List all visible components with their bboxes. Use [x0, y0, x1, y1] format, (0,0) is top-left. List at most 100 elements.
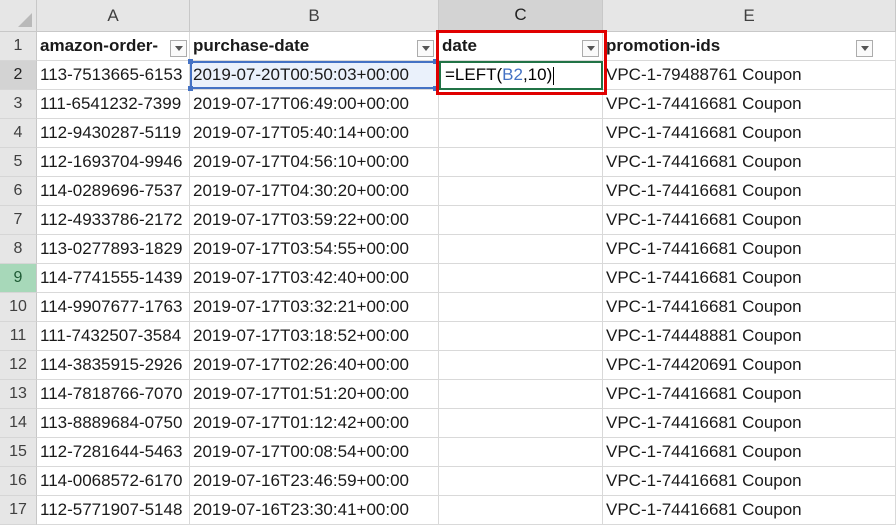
row-header-17[interactable]: 17	[0, 496, 37, 525]
filter-dropdown-icon[interactable]	[417, 40, 434, 57]
cell-purchase-date[interactable]: 2019-07-17T04:56:10+00:00	[190, 148, 439, 177]
cell-promotion-ids[interactable]: VPC-1-74416681 Coupon	[603, 467, 896, 496]
cell-order-id[interactable]: 111-7432507-3584	[37, 322, 190, 351]
cell-promotion-ids[interactable]: VPC-1-74416681 Coupon	[603, 380, 896, 409]
cell-date[interactable]	[439, 119, 603, 148]
row-header-6[interactable]: 6	[0, 177, 37, 206]
row-header-15[interactable]: 15	[0, 438, 37, 467]
filter-dropdown-icon[interactable]	[170, 40, 187, 57]
cell-promotion-ids[interactable]: VPC-1-74416681 Coupon	[603, 409, 896, 438]
filter-dropdown-icon[interactable]	[856, 40, 873, 57]
cell-order-id[interactable]: 113-7513665-6153	[37, 61, 190, 90]
cell-promotion-ids[interactable]: VPC-1-74416681 Coupon	[603, 90, 896, 119]
spreadsheet-grid: A B C E 1 amazon-order- purchase-date da…	[0, 0, 896, 525]
selection-handle[interactable]	[188, 86, 193, 91]
cell-purchase-date[interactable]: 2019-07-17T03:54:55+00:00	[190, 235, 439, 264]
cell-purchase-date[interactable]: 2019-07-17T03:32:21+00:00	[190, 293, 439, 322]
row-header-13[interactable]: 13	[0, 380, 37, 409]
cell-date[interactable]	[439, 177, 603, 206]
row-header-10[interactable]: 10	[0, 293, 37, 322]
selection-handle[interactable]	[433, 59, 438, 64]
cell-promotion-ids[interactable]: VPC-1-79488761 Coupon	[603, 61, 896, 90]
cell-date[interactable]	[439, 496, 603, 525]
cell-promotion-ids[interactable]: VPC-1-74416681 Coupon	[603, 148, 896, 177]
cell-date[interactable]	[439, 206, 603, 235]
cell-order-id[interactable]: 114-0289696-7537	[37, 177, 190, 206]
select-all-corner[interactable]	[0, 0, 37, 32]
header-cell-promotion-ids[interactable]: promotion-ids	[603, 32, 896, 61]
column-header-a[interactable]: A	[37, 0, 190, 32]
cell-order-id[interactable]: 112-5771907-5148	[37, 496, 190, 525]
cell-date[interactable]	[439, 438, 603, 467]
dropdown-triangle-icon	[174, 46, 183, 51]
cell-promotion-ids[interactable]: VPC-1-74416681 Coupon	[603, 206, 896, 235]
column-header-e[interactable]: E	[603, 0, 896, 32]
row-header-14[interactable]: 14	[0, 409, 37, 438]
row-header-2[interactable]: 2	[0, 61, 37, 90]
row-header-16[interactable]: 16	[0, 467, 37, 496]
selection-handle[interactable]	[188, 59, 193, 64]
cell-date[interactable]	[439, 322, 603, 351]
row-header-4[interactable]: 4	[0, 119, 37, 148]
cell-promotion-ids[interactable]: VPC-1-74420691 Coupon	[603, 351, 896, 380]
cell-promotion-ids[interactable]: VPC-1-74416681 Coupon	[603, 119, 896, 148]
cell-purchase-date[interactable]: 2019-07-17T03:42:40+00:00	[190, 264, 439, 293]
cell-order-id[interactable]: 114-7741555-1439	[37, 264, 190, 293]
column-header-b[interactable]: B	[190, 0, 439, 32]
cell-date[interactable]	[439, 380, 603, 409]
cell-order-id[interactable]: 112-4933786-2172	[37, 206, 190, 235]
cell-order-id[interactable]: 113-8889684-0750	[37, 409, 190, 438]
cell-purchase-date[interactable]: 2019-07-17T02:26:40+00:00	[190, 351, 439, 380]
cell-purchase-date[interactable]: 2019-07-16T23:30:41+00:00	[190, 496, 439, 525]
row-header-5[interactable]: 5	[0, 148, 37, 177]
row-header-1[interactable]: 1	[0, 32, 37, 61]
cell-promotion-ids[interactable]: VPC-1-74448881 Coupon	[603, 322, 896, 351]
cell-order-id[interactable]: 111-6541232-7399	[37, 90, 190, 119]
cell-c2-editor[interactable]: =LEFT(B2,10)	[439, 61, 603, 90]
cell-promotion-ids[interactable]: VPC-1-74416681 Coupon	[603, 264, 896, 293]
cell-date[interactable]	[439, 148, 603, 177]
column-header-c[interactable]: C	[439, 0, 603, 32]
cell-order-id[interactable]: 114-7818766-7070	[37, 380, 190, 409]
row-header-7[interactable]: 7	[0, 206, 37, 235]
cell-promotion-ids[interactable]: VPC-1-74416681 Coupon	[603, 438, 896, 467]
row-header-12[interactable]: 12	[0, 351, 37, 380]
cell-order-id[interactable]: 114-9907677-1763	[37, 293, 190, 322]
cell-purchase-date[interactable]: 2019-07-20T00:50:03+00:00	[190, 61, 439, 90]
row-header-8[interactable]: 8	[0, 235, 37, 264]
cell-order-id[interactable]: 113-0277893-1829	[37, 235, 190, 264]
cell-promotion-ids[interactable]: VPC-1-74416681 Coupon	[603, 177, 896, 206]
cell-date[interactable]	[439, 90, 603, 119]
cell-purchase-date[interactable]: 2019-07-17T05:40:14+00:00	[190, 119, 439, 148]
cell-date[interactable]	[439, 293, 603, 322]
cell-date[interactable]	[439, 351, 603, 380]
cell-order-id[interactable]: 114-3835915-2926	[37, 351, 190, 380]
cell-date[interactable]	[439, 264, 603, 293]
cell-purchase-date[interactable]: 2019-07-17T03:18:52+00:00	[190, 322, 439, 351]
cell-date[interactable]	[439, 235, 603, 264]
row-header-3[interactable]: 3	[0, 90, 37, 119]
header-cell-amazon-order-id[interactable]: amazon-order-	[37, 32, 190, 61]
cell-date[interactable]	[439, 409, 603, 438]
cell-purchase-date[interactable]: 2019-07-16T23:46:59+00:00	[190, 467, 439, 496]
cell-purchase-date[interactable]: 2019-07-17T01:51:20+00:00	[190, 380, 439, 409]
filter-dropdown-icon[interactable]	[582, 40, 599, 57]
cell-purchase-date[interactable]: 2019-07-17T06:49:00+00:00	[190, 90, 439, 119]
header-cell-purchase-date[interactable]: purchase-date	[190, 32, 439, 61]
cell-purchase-date[interactable]: 2019-07-17T03:59:22+00:00	[190, 206, 439, 235]
cell-purchase-date[interactable]: 2019-07-17T00:08:54+00:00	[190, 438, 439, 467]
cell-date[interactable]	[439, 467, 603, 496]
cell-purchase-date[interactable]: 2019-07-17T01:12:42+00:00	[190, 409, 439, 438]
cell-order-id[interactable]: 112-9430287-5119	[37, 119, 190, 148]
selection-handle[interactable]	[433, 86, 438, 91]
cell-promotion-ids[interactable]: VPC-1-74416681 Coupon	[603, 235, 896, 264]
cell-promotion-ids[interactable]: VPC-1-74416681 Coupon	[603, 496, 896, 525]
cell-order-id[interactable]: 112-1693704-9946	[37, 148, 190, 177]
cell-order-id[interactable]: 114-0068572-6170	[37, 467, 190, 496]
row-header-9[interactable]: 9	[0, 264, 37, 293]
cell-purchase-date[interactable]: 2019-07-17T04:30:20+00:00	[190, 177, 439, 206]
cell-promotion-ids[interactable]: VPC-1-74416681 Coupon	[603, 293, 896, 322]
row-header-11[interactable]: 11	[0, 322, 37, 351]
header-cell-date[interactable]: date	[439, 32, 603, 61]
cell-order-id[interactable]: 112-7281644-5463	[37, 438, 190, 467]
